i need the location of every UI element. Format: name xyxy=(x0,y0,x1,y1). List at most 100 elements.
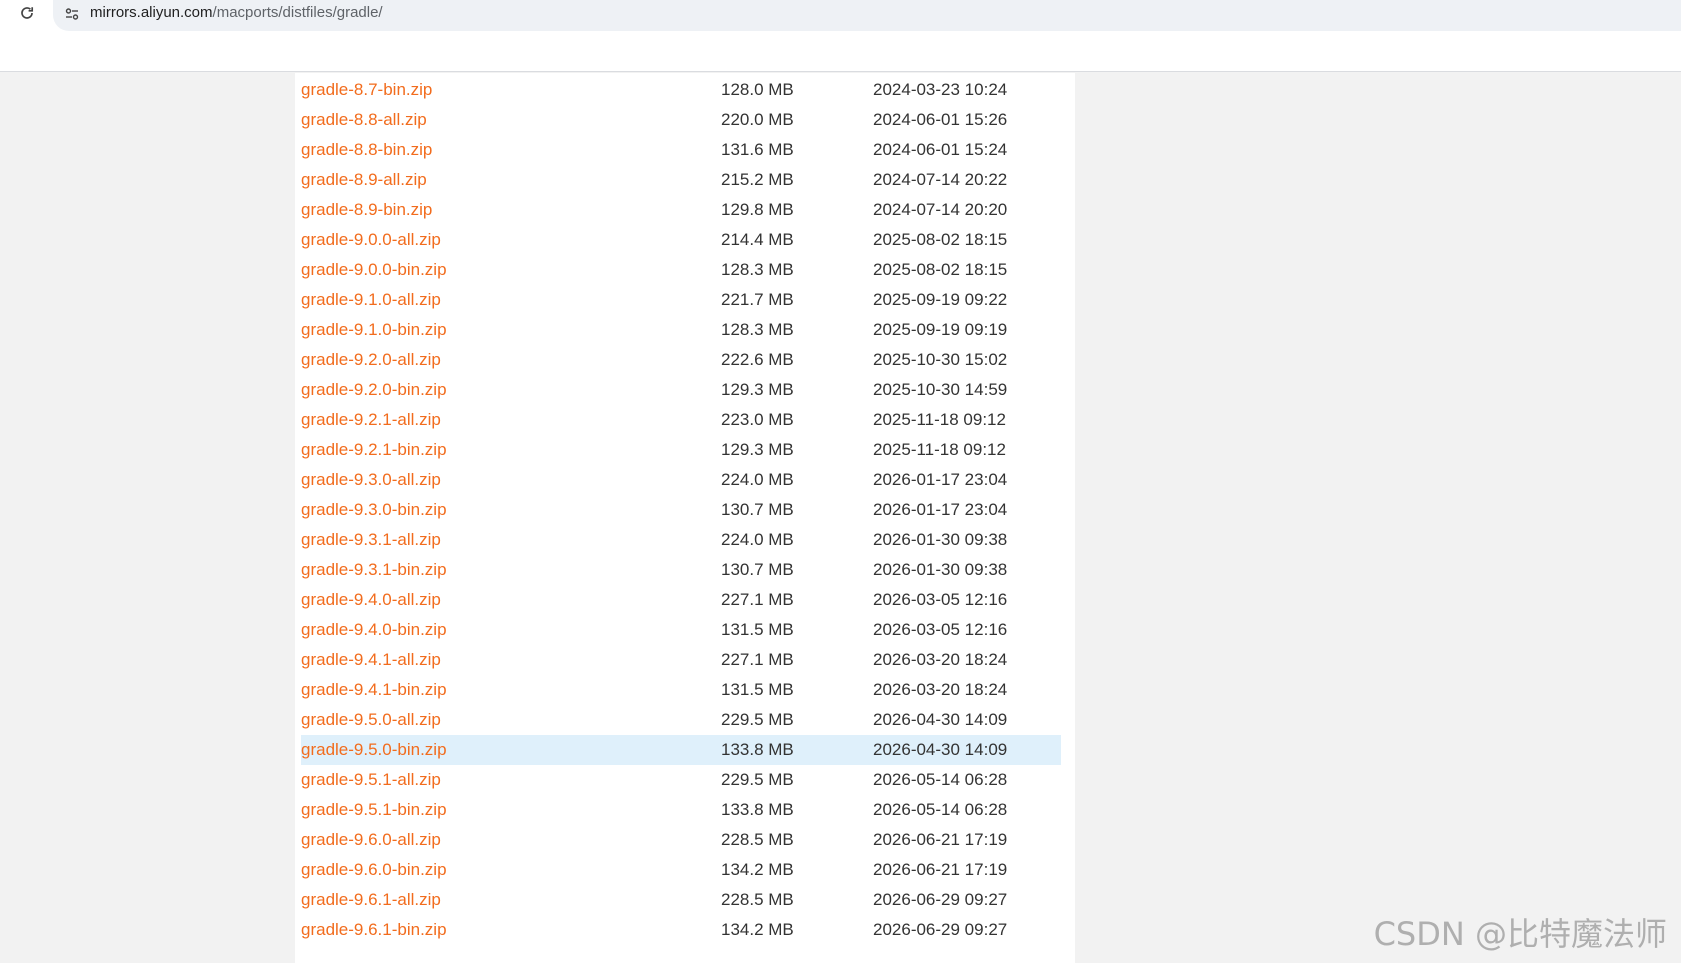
url-path: /macports/distfiles/gradle/ xyxy=(212,4,383,21)
file-name-cell: gradle-9.2.0-all.zip xyxy=(301,345,721,375)
url-text[interactable]: mirrors.aliyun.com/macports/distfiles/gr… xyxy=(90,4,383,21)
file-name-cell: gradle-9.6.1-all.zip xyxy=(301,885,721,915)
file-link[interactable]: gradle-8.9-all.zip xyxy=(301,170,427,189)
file-link[interactable]: gradle-8.8-all.zip xyxy=(301,110,427,129)
file-size: 220.0 MB xyxy=(721,110,794,129)
file-rows: gradle-8.7-bin.zip 128.0 MB 2024-03-23 10:… xyxy=(301,75,1061,945)
file-size: 227.1 MB xyxy=(721,650,794,669)
file-date: 2024-06-01 15:24 xyxy=(873,140,1008,159)
file-link[interactable]: gradle-9.1.0-bin.zip xyxy=(301,320,447,339)
file-link[interactable]: gradle-9.0.0-all.zip xyxy=(301,230,441,249)
file-date: 2026-06-29 09:27 xyxy=(873,920,1008,939)
file-name-cell: gradle-9.5.0-all.zip xyxy=(301,705,721,735)
table-row: gradle-8.8-all.zip 220.0 MB 2024-06-01 15:… xyxy=(301,105,1061,135)
file-link[interactable]: gradle-9.5.1-bin.zip xyxy=(301,800,447,819)
file-date: 2025-08-02 18:15 xyxy=(873,260,1008,279)
file-date: 2025-09-19 09:22 xyxy=(873,290,1008,309)
url-host: mirrors.aliyun.com xyxy=(90,4,213,21)
table-row: gradle-9.0.0-all.zip 214.4 MB 2025-08-02 1… xyxy=(301,225,1061,255)
file-link[interactable]: gradle-8.9-bin.zip xyxy=(301,200,432,219)
file-name-cell: gradle-8.8-all.zip xyxy=(301,105,721,135)
file-link[interactable]: gradle-9.3.0-all.zip xyxy=(301,470,441,489)
file-link[interactable]: gradle-9.6.1-bin.zip xyxy=(301,920,447,939)
file-size: 222.6 MB xyxy=(721,350,794,369)
table-row: gradle-9.3.1-all.zip 224.0 MB 2026-01-30 0… xyxy=(301,525,1061,555)
browser-toolbar: mirrors.aliyun.com/macports/distfiles/gr… xyxy=(0,0,1681,72)
file-link[interactable]: gradle-9.4.0-all.zip xyxy=(301,590,441,609)
file-name-cell: gradle-9.4.1-all.zip xyxy=(301,645,721,675)
file-date: 2026-01-30 09:38 xyxy=(873,560,1008,579)
file-link[interactable]: gradle-9.3.1-all.zip xyxy=(301,530,441,549)
table-row: gradle-9.3.1-bin.zip 130.7 MB 2026-01-30 0… xyxy=(301,555,1061,585)
file-date: 2026-04-30 14:09 xyxy=(873,740,1008,759)
file-size: 214.4 MB xyxy=(721,230,794,249)
file-link[interactable]: gradle-9.2.1-bin.zip xyxy=(301,440,447,459)
file-size: 134.2 MB xyxy=(721,860,794,879)
table-row: gradle-9.1.0-bin.zip 128.3 MB 2025-09-19 0… xyxy=(301,315,1061,345)
file-date: 2026-05-14 06:28 xyxy=(873,800,1008,819)
file-size: 131.6 MB xyxy=(721,140,794,159)
table-row: gradle-9.3.0-all.zip 224.0 MB 2026-01-17 2… xyxy=(301,465,1061,495)
file-link[interactable]: gradle-9.1.0-all.zip xyxy=(301,290,441,309)
file-size: 228.5 MB xyxy=(721,830,794,849)
file-link[interactable]: gradle-9.5.0-all.zip xyxy=(301,710,441,729)
file-size: 131.5 MB xyxy=(721,680,794,699)
file-size: 130.7 MB xyxy=(721,500,794,519)
table-row: gradle-8.9-bin.zip 129.8 MB 2024-07-14 20:… xyxy=(301,195,1061,225)
file-link[interactable]: gradle-9.4.1-all.zip xyxy=(301,650,441,669)
file-name-cell: gradle-8.7-bin.zip xyxy=(301,75,721,105)
table-row: gradle-9.1.0-all.zip 221.7 MB 2025-09-19 0… xyxy=(301,285,1061,315)
file-name-cell: gradle-9.5.0-bin.zip xyxy=(301,735,721,765)
file-link[interactable]: gradle-8.7-bin.zip xyxy=(301,80,432,99)
table-row: gradle-9.2.0-all.zip 222.6 MB 2025-10-30 1… xyxy=(301,345,1061,375)
reload-icon[interactable] xyxy=(16,2,38,24)
file-date: 2024-07-14 20:20 xyxy=(873,200,1008,219)
file-size: 227.1 MB xyxy=(721,590,794,609)
file-link[interactable]: gradle-9.2.0-all.zip xyxy=(301,350,441,369)
file-size: 128.0 MB xyxy=(721,80,794,99)
file-link[interactable]: gradle-9.3.1-bin.zip xyxy=(301,560,447,579)
address-bar[interactable]: mirrors.aliyun.com/macports/distfiles/gr… xyxy=(53,0,1681,31)
file-size: 129.3 MB xyxy=(721,440,794,459)
file-name-cell: gradle-9.0.0-all.zip xyxy=(301,225,721,255)
file-link[interactable]: gradle-9.2.0-bin.zip xyxy=(301,380,447,399)
file-link[interactable]: gradle-9.6.0-all.zip xyxy=(301,830,441,849)
file-date: 2026-05-14 06:28 xyxy=(873,770,1008,789)
file-link[interactable]: gradle-9.2.1-all.zip xyxy=(301,410,441,429)
file-size: 224.0 MB xyxy=(721,530,794,549)
file-link[interactable]: gradle-9.5.1-all.zip xyxy=(301,770,441,789)
file-date: 2026-03-05 12:16 xyxy=(873,620,1008,639)
file-link[interactable]: gradle-9.3.0-bin.zip xyxy=(301,500,447,519)
file-date: 2026-06-21 17:19 xyxy=(873,860,1008,879)
file-date: 2026-03-20 18:24 xyxy=(873,680,1008,699)
tune-icon[interactable] xyxy=(61,3,83,25)
file-date: 2026-03-20 18:24 xyxy=(873,650,1008,669)
file-size: 133.8 MB xyxy=(721,800,794,819)
table-row: gradle-9.6.1-all.zip 228.5 MB 2026-06-29 0… xyxy=(301,885,1061,915)
file-name-cell: gradle-9.4.1-bin.zip xyxy=(301,675,721,705)
file-name-cell: gradle-9.3.1-all.zip xyxy=(301,525,721,555)
table-row: gradle-9.6.1-bin.zip 134.2 MB 2026-06-29 0… xyxy=(301,915,1061,945)
file-date: 2025-11-18 09:12 xyxy=(873,440,1006,459)
file-size: 130.7 MB xyxy=(721,560,794,579)
file-date: 2024-06-01 15:26 xyxy=(873,110,1008,129)
file-name-cell: gradle-9.3.0-bin.zip xyxy=(301,495,721,525)
file-size: 129.8 MB xyxy=(721,200,794,219)
file-link[interactable]: gradle-9.4.0-bin.zip xyxy=(301,620,447,639)
file-link[interactable]: gradle-8.8-bin.zip xyxy=(301,140,432,159)
file-name-cell: gradle-9.6.1-bin.zip xyxy=(301,915,721,945)
address-row: mirrors.aliyun.com/macports/distfiles/gr… xyxy=(0,0,1681,31)
file-link[interactable]: gradle-9.5.0-bin.zip xyxy=(301,740,447,759)
file-name-cell: gradle-9.4.0-all.zip xyxy=(301,585,721,615)
file-name-cell: gradle-9.3.1-bin.zip xyxy=(301,555,721,585)
file-name-cell: gradle-9.2.0-bin.zip xyxy=(301,375,721,405)
file-name-cell: gradle-9.4.0-bin.zip xyxy=(301,615,721,645)
file-link[interactable]: gradle-9.6.1-all.zip xyxy=(301,890,441,909)
file-date: 2026-01-30 09:38 xyxy=(873,530,1008,549)
file-link[interactable]: gradle-9.0.0-bin.zip xyxy=(301,260,447,279)
table-row: gradle-9.4.1-bin.zip 131.5 MB 2026-03-20 1… xyxy=(301,675,1061,705)
file-link[interactable]: gradle-9.6.0-bin.zip xyxy=(301,860,447,879)
file-name-cell: gradle-9.6.0-bin.zip xyxy=(301,855,721,885)
table-row: gradle-9.3.0-bin.zip 130.7 MB 2026-01-17 2… xyxy=(301,495,1061,525)
file-link[interactable]: gradle-9.4.1-bin.zip xyxy=(301,680,447,699)
